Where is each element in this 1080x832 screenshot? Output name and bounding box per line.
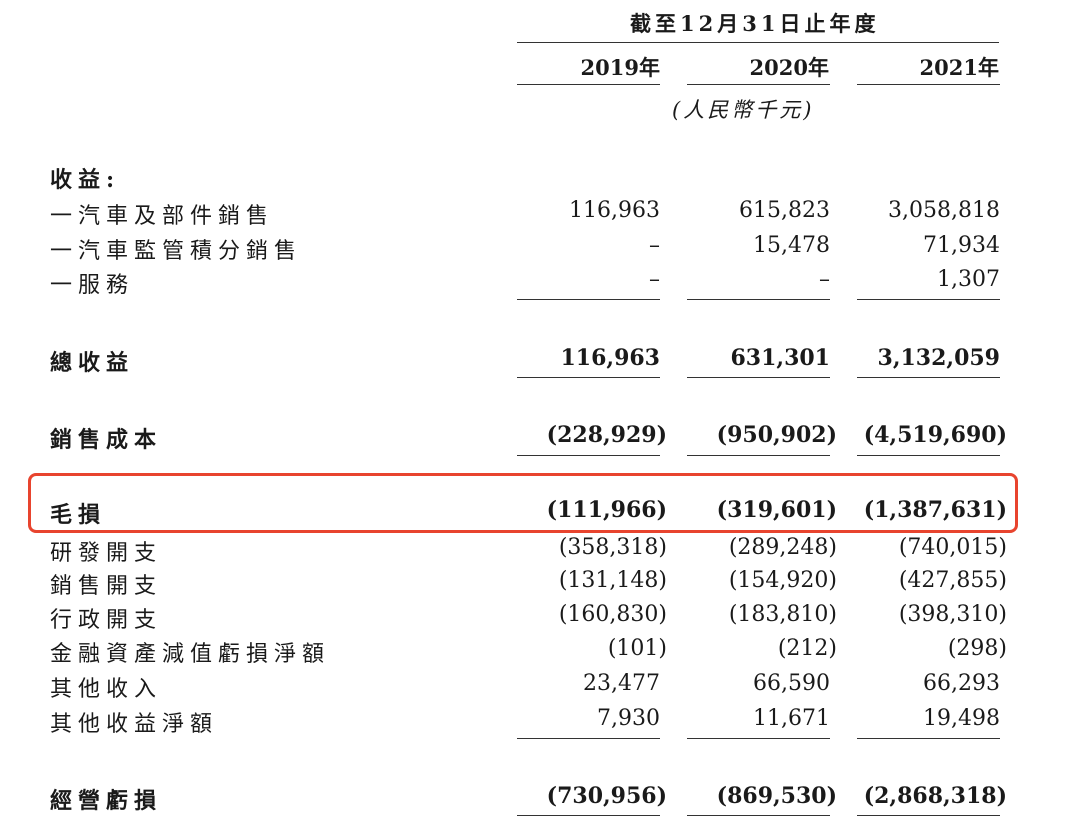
year-2020-header: 2020年 bbox=[749, 55, 829, 80]
cell-2020: (212) bbox=[777, 636, 837, 661]
cell-2020: (869,530) bbox=[716, 783, 837, 809]
header-rule bbox=[517, 42, 999, 43]
revenue-section-title: 收益: bbox=[50, 167, 121, 193]
cell-2019: 116,963 bbox=[569, 198, 660, 223]
cell-2020: (319,601) bbox=[716, 497, 837, 523]
year-2021-header: 2021年 bbox=[919, 55, 999, 80]
cell-2020: (950,902) bbox=[716, 422, 837, 448]
cell-2020: 15,478 bbox=[753, 233, 830, 258]
cell-2021: 19,498 bbox=[923, 706, 1000, 731]
cell-2020: (289,248) bbox=[728, 535, 837, 560]
cell-2021: 71,934 bbox=[923, 233, 1000, 258]
row-label: 銷售開支 bbox=[50, 574, 163, 599]
cell-2020: – bbox=[819, 267, 830, 292]
cell-2021: (2,868,318) bbox=[863, 783, 1007, 809]
cell-2021: (298) bbox=[947, 636, 1007, 661]
year-rule-2021 bbox=[857, 84, 1000, 85]
row-label-operating-loss: 經營虧損 bbox=[50, 788, 163, 814]
period-header: 截至12月31日止年度 bbox=[630, 11, 880, 36]
cell-2019: – bbox=[649, 267, 660, 292]
total-rule bbox=[687, 377, 830, 378]
row-label-total-revenue: 總收益 bbox=[50, 350, 135, 376]
subtotal-rule bbox=[517, 299, 660, 300]
unit-label: (人民幣千元) bbox=[672, 98, 815, 122]
cell-2020: 615,823 bbox=[739, 198, 830, 223]
cell-2020: 66,590 bbox=[753, 671, 830, 696]
cell-2021: (4,519,690) bbox=[863, 422, 1007, 448]
cell-2019: – bbox=[649, 233, 660, 258]
cost-rule bbox=[517, 455, 660, 456]
cell-2020: 631,301 bbox=[730, 345, 830, 371]
row-label: 一服務 bbox=[50, 273, 135, 298]
cell-2019: (101) bbox=[607, 636, 667, 661]
cell-2021: (1,387,631) bbox=[863, 497, 1007, 523]
row-label: 其他收益淨額 bbox=[50, 712, 219, 737]
cost-rule bbox=[857, 455, 1000, 456]
total-rule bbox=[857, 377, 1000, 378]
cell-2019: (228,929) bbox=[546, 422, 667, 448]
opex-rule bbox=[687, 738, 830, 739]
opex-rule bbox=[517, 738, 660, 739]
row-label: 行政開支 bbox=[50, 608, 163, 633]
row-label-cost-of-sales: 銷售成本 bbox=[50, 427, 163, 453]
cell-2019: (358,318) bbox=[558, 535, 667, 560]
cost-rule bbox=[687, 455, 830, 456]
cell-2020: 11,671 bbox=[753, 706, 830, 731]
year-rule-2019 bbox=[517, 84, 660, 85]
cell-2021: 3,058,818 bbox=[888, 198, 1000, 223]
year-rule-2020 bbox=[687, 84, 830, 85]
subtotal-rule bbox=[857, 299, 1000, 300]
row-label-gross-loss: 毛損 bbox=[50, 502, 107, 528]
row-label: 一汽車及部件銷售 bbox=[50, 204, 275, 229]
operating-rule bbox=[857, 815, 1000, 816]
operating-rule bbox=[517, 815, 660, 816]
total-rule bbox=[517, 377, 660, 378]
cell-2020: (183,810) bbox=[728, 602, 837, 627]
cell-2021: (398,310) bbox=[898, 602, 1007, 627]
cell-2019: 116,963 bbox=[560, 345, 660, 371]
row-label: 其他收入 bbox=[50, 677, 163, 702]
cell-2019: (131,148) bbox=[558, 568, 667, 593]
cell-2021: 66,293 bbox=[923, 671, 1000, 696]
subtotal-rule bbox=[687, 299, 830, 300]
cell-2021: 3,132,059 bbox=[877, 345, 1000, 371]
cell-2019: 7,930 bbox=[597, 706, 660, 731]
cell-2020: (154,920) bbox=[728, 568, 837, 593]
cell-2019: (111,966) bbox=[546, 497, 667, 523]
cell-2021: (740,015) bbox=[898, 535, 1007, 560]
cell-2019: 23,477 bbox=[583, 671, 660, 696]
cell-2021: (427,855) bbox=[898, 568, 1007, 593]
row-label: 一汽車監管積分銷售 bbox=[50, 239, 303, 264]
cell-2021: 1,307 bbox=[937, 267, 1000, 292]
opex-rule bbox=[857, 738, 1000, 739]
year-2019-header: 2019年 bbox=[580, 55, 660, 80]
row-label: 研發開支 bbox=[50, 541, 163, 566]
cell-2019: (730,956) bbox=[546, 783, 667, 809]
operating-rule bbox=[687, 815, 830, 816]
row-label: 金融資產減值虧損淨額 bbox=[50, 642, 331, 667]
cell-2019: (160,830) bbox=[558, 602, 667, 627]
